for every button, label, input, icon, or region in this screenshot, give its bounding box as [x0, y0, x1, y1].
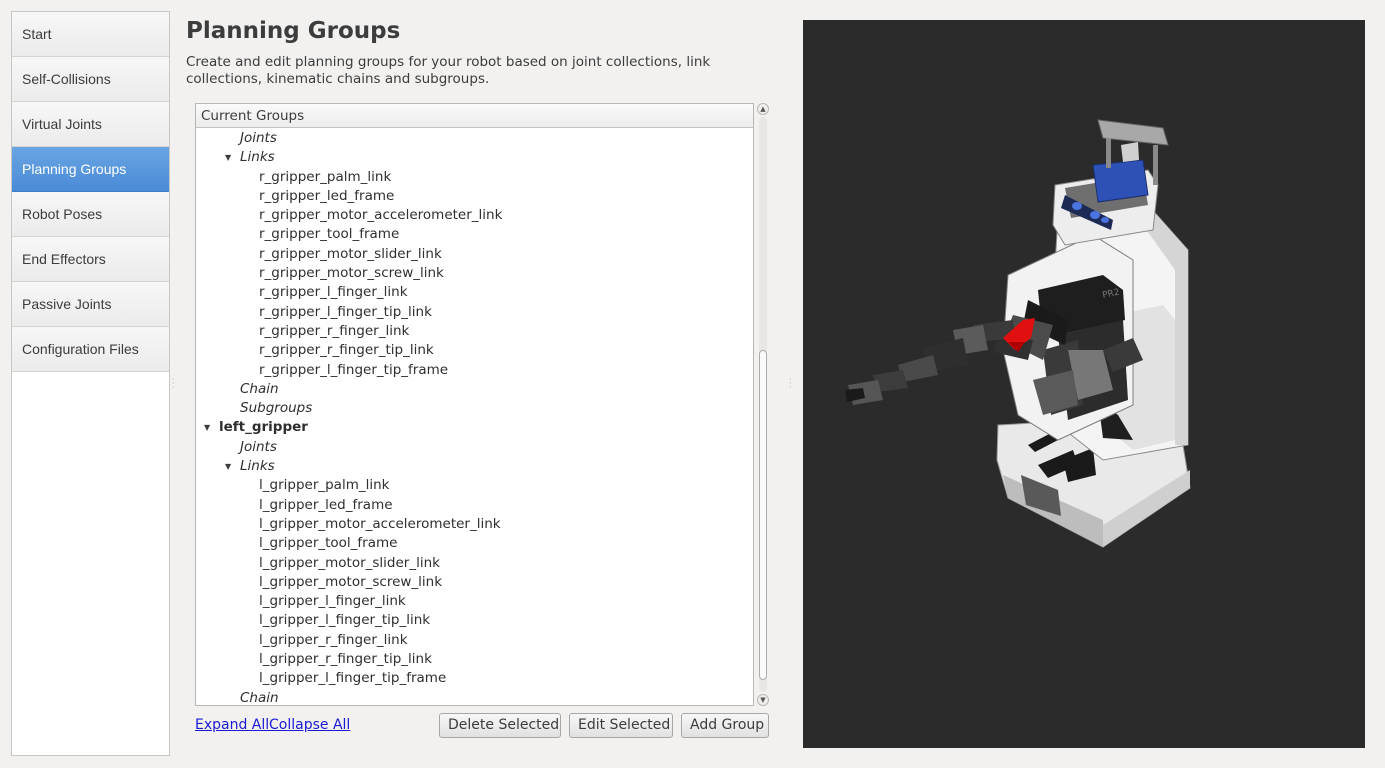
tree-row-label: r_gripper_r_finger_tip_link — [259, 342, 434, 359]
tree-category-row[interactable]: Chain — [196, 689, 753, 706]
tree-category-row[interactable]: ▼ Links — [196, 457, 753, 476]
expand-all-link[interactable]: Expand All — [195, 717, 269, 733]
sidebar-item-planning-groups[interactable]: Planning Groups — [12, 147, 169, 192]
tree-link-row[interactable]: l_gripper_l_finger_tip_link — [196, 611, 753, 630]
groups-tree[interactable]: Current Groups Joints ▼ Links r_gripper_pal… — [195, 103, 754, 706]
tree-row-label: left_gripper — [219, 419, 308, 436]
tree-row-label: l_gripper_r_finger_link — [259, 631, 408, 648]
tree-link-row[interactable]: l_gripper_palm_link — [196, 476, 753, 495]
expand-arrow-icon[interactable]: ▼ — [225, 148, 231, 167]
tree-row-label: r_gripper_l_finger_link — [259, 284, 408, 301]
tree-link-row[interactable]: l_gripper_r_finger_tip_link — [196, 650, 753, 669]
tree-link-row[interactable]: l_gripper_l_finger_tip_frame — [196, 669, 753, 688]
sidebar-item-end-effectors[interactable]: End Effectors — [12, 237, 169, 282]
tree-link-row[interactable]: r_gripper_l_finger_link — [196, 283, 753, 302]
tree-scrollbar[interactable]: ▲ ▼ — [757, 103, 769, 706]
tree-row-label: Joints — [240, 438, 277, 455]
tree-link-row[interactable]: l_gripper_led_frame — [196, 496, 753, 515]
tree-row-label: r_gripper_led_frame — [259, 187, 395, 204]
tree-row-label: r_gripper_r_finger_link — [259, 322, 410, 339]
sidebar-nav: Start Self-Collisions Virtual Joints Pla… — [11, 11, 170, 756]
tree-category-row[interactable]: ▼ Links — [196, 148, 753, 167]
tree-row-label: l_gripper_led_frame — [259, 496, 393, 513]
scroll-track[interactable] — [759, 117, 767, 692]
tree-row-label: r_gripper_l_finger_tip_frame — [259, 361, 449, 378]
tree-link-row[interactable]: r_gripper_motor_slider_link — [196, 245, 753, 264]
sidebar-item-virtual-joints[interactable]: Virtual Joints — [12, 102, 169, 147]
tree-link-row[interactable]: l_gripper_motor_slider_link — [196, 554, 753, 573]
tree-link-row[interactable]: r_gripper_motor_screw_link — [196, 264, 753, 283]
tree-row-label: l_gripper_r_finger_tip_link — [259, 651, 432, 668]
robot-model-render: PR2 — [845, 119, 1191, 548]
sidebar-item-robot-poses[interactable]: Robot Poses — [12, 192, 169, 237]
tree-link-row[interactable]: r_gripper_palm_link — [196, 168, 753, 187]
tree-category-row[interactable]: Chain — [196, 380, 753, 399]
robot-3d-viewport[interactable]: PR2 — [803, 20, 1365, 748]
tree-row-label: Subgroups — [240, 400, 313, 417]
scroll-down-icon[interactable]: ▼ — [757, 694, 769, 706]
tree-link-row[interactable]: l_gripper_motor_accelerometer_link — [196, 515, 753, 534]
splitter-handle-left[interactable]: · · · — [172, 376, 175, 392]
tree-category-row[interactable]: Joints — [196, 438, 753, 457]
tree-row-label: l_gripper_motor_accelerometer_link — [259, 515, 501, 532]
tree-row-label: l_gripper_l_finger_link — [259, 593, 406, 610]
tree-row-label: l_gripper_l_finger_tip_frame — [259, 670, 447, 687]
scroll-thumb[interactable] — [759, 350, 767, 680]
expand-arrow-icon[interactable]: ▼ — [204, 418, 210, 437]
sidebar-item-start[interactable]: Start — [12, 12, 169, 57]
tree-row-label: r_gripper_palm_link — [259, 168, 392, 185]
splitter-handle-right[interactable]: · · · — [789, 376, 792, 392]
scroll-up-icon[interactable]: ▲ — [757, 103, 769, 115]
tree-header: Current Groups — [196, 104, 753, 128]
tree-row-label: l_gripper_motor_screw_link — [259, 573, 443, 590]
tree-link-row[interactable]: r_gripper_r_finger_link — [196, 322, 753, 341]
tree-row-label: l_gripper_tool_frame — [259, 535, 398, 552]
sidebar-item-configuration-files[interactable]: Configuration Files — [12, 327, 169, 372]
tree-link-row[interactable]: r_gripper_tool_frame — [196, 225, 753, 244]
tree-row-label: r_gripper_motor_accelerometer_link — [259, 207, 503, 224]
tree-category-row[interactable]: Joints — [196, 129, 753, 148]
sidebar-item-passive-joints[interactable]: Passive Joints — [12, 282, 169, 327]
app-window: Start Self-Collisions Virtual Joints Pla… — [0, 0, 1385, 768]
expand-arrow-icon[interactable]: ▼ — [225, 457, 231, 476]
tree-row-label: l_gripper_palm_link — [259, 477, 390, 494]
tree-row-label: l_gripper_l_finger_tip_link — [259, 612, 431, 629]
tree-row-label: r_gripper_motor_screw_link — [259, 265, 444, 282]
tree-row-label: r_gripper_l_finger_tip_link — [259, 303, 432, 320]
tree-category-row[interactable]: Subgroups — [196, 399, 753, 418]
page-description: Create and edit planning groups for your… — [186, 54, 711, 87]
tree-row-label: Chain — [240, 380, 279, 397]
tree-row-label: Joints — [240, 130, 277, 146]
tree-row-label: Chain — [240, 689, 279, 706]
tree-link-row[interactable]: r_gripper_r_finger_tip_link — [196, 341, 753, 360]
tree-row-label: r_gripper_tool_frame — [259, 226, 400, 243]
tree-link-row[interactable]: r_gripper_l_finger_tip_frame — [196, 361, 753, 380]
tree-link-row[interactable]: r_gripper_l_finger_tip_link — [196, 303, 753, 322]
tree-link-row[interactable]: l_gripper_l_finger_link — [196, 592, 753, 611]
page-title: Planning Groups — [186, 18, 401, 44]
sidebar-item-self-collisions[interactable]: Self-Collisions — [12, 57, 169, 102]
tree-row-label: r_gripper_motor_slider_link — [259, 245, 442, 262]
edit-selected-button[interactable]: Edit Selected — [569, 713, 673, 738]
tree-link-row[interactable]: r_gripper_led_frame — [196, 187, 753, 206]
tree-row-label: Links — [240, 149, 275, 166]
tree-link-row[interactable]: l_gripper_r_finger_link — [196, 631, 753, 650]
tree-row-label: Links — [240, 458, 275, 475]
tree-link-row[interactable]: l_gripper_motor_screw_link — [196, 573, 753, 592]
tree-link-row[interactable]: l_gripper_tool_frame — [196, 534, 753, 553]
tree-group-row[interactable]: ▼ left_gripper — [196, 418, 753, 437]
tree-link-row[interactable]: r_gripper_motor_accelerometer_link — [196, 206, 753, 225]
collapse-all-link[interactable]: Collapse All — [269, 717, 350, 733]
delete-selected-button[interactable]: Delete Selected — [439, 713, 561, 738]
add-group-button[interactable]: Add Group — [681, 713, 769, 738]
tree-row-label: l_gripper_motor_slider_link — [259, 554, 440, 571]
tree-body: Joints ▼ Links r_gripper_palm_link r_gripper… — [196, 128, 753, 706]
